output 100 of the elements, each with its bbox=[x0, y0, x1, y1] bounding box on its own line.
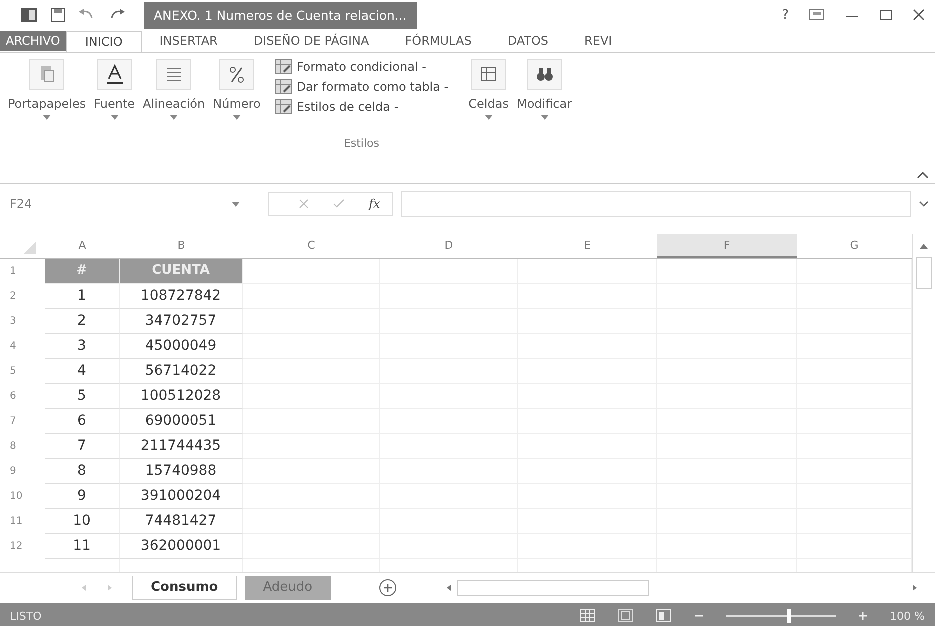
dropdown-caret-icon[interactable] bbox=[110, 115, 119, 120]
empty-cell[interactable] bbox=[243, 484, 380, 509]
empty-cell[interactable] bbox=[243, 434, 380, 459]
vertical-scrollbar[interactable] bbox=[912, 234, 935, 572]
scroll-right-icon[interactable] bbox=[911, 584, 919, 592]
dropdown-caret-icon[interactable] bbox=[170, 115, 178, 120]
ribbon-tab[interactable]: REVI bbox=[566, 31, 612, 51]
column-header[interactable]: D bbox=[380, 234, 518, 258]
ribbon-display-icon[interactable] bbox=[809, 9, 825, 21]
column-header[interactable]: E bbox=[518, 234, 657, 258]
ribbon-group-button[interactable]: Alineación bbox=[143, 97, 206, 111]
empty-cell[interactable] bbox=[797, 359, 912, 384]
row-header[interactable]: 12 bbox=[0, 534, 45, 559]
close-icon[interactable] bbox=[913, 9, 925, 21]
add-sheet-icon[interactable] bbox=[378, 579, 397, 597]
column-header[interactable]: F bbox=[657, 234, 797, 258]
empty-cell[interactable] bbox=[797, 484, 912, 509]
dropdown-caret-icon[interactable] bbox=[540, 115, 549, 120]
ribbon-group-button[interactable]: Celdas bbox=[468, 97, 509, 111]
column-header[interactable]: C bbox=[243, 234, 380, 258]
ribbon-tab[interactable]: DISEÑO DE PÁGINA bbox=[236, 31, 388, 51]
table-cell: 8 bbox=[45, 459, 120, 484]
row-header[interactable]: 8 bbox=[0, 434, 45, 459]
empty-cell[interactable] bbox=[797, 409, 912, 434]
empty-cell[interactable] bbox=[243, 534, 380, 559]
help-button[interactable]: ? bbox=[782, 8, 789, 22]
empty-cell[interactable] bbox=[797, 259, 912, 284]
name-box[interactable]: F24 bbox=[6, 194, 224, 214]
empty-cell[interactable] bbox=[518, 259, 657, 284]
sheet-tab[interactable]: Adeudo bbox=[245, 576, 331, 600]
dropdown-caret-icon[interactable] bbox=[232, 115, 241, 120]
styles-menu-button[interactable]: Dar formato como tabla - bbox=[296, 80, 449, 94]
ribbon-tab[interactable]: DATOS bbox=[490, 31, 567, 51]
row-header[interactable]: 4 bbox=[0, 334, 45, 359]
dropdown-caret-icon[interactable] bbox=[232, 202, 240, 206]
insert-function-button[interactable]: fx bbox=[369, 197, 380, 211]
expand-caret-icon[interactable] bbox=[919, 201, 929, 207]
horizontal-scrollbar[interactable] bbox=[444, 580, 919, 596]
row-header[interactable]: 3 bbox=[0, 309, 45, 334]
column-header[interactable]: B bbox=[120, 234, 243, 258]
empty-cell[interactable] bbox=[243, 284, 380, 309]
empty-cell[interactable] bbox=[243, 309, 380, 334]
column-header[interactable]: G bbox=[797, 234, 912, 258]
row-header[interactable]: 2 bbox=[0, 284, 45, 309]
styles-menu-button[interactable]: Formato condicional - bbox=[296, 60, 426, 74]
empty-cell[interactable] bbox=[243, 359, 380, 384]
next-sheet-icon[interactable] bbox=[106, 584, 114, 592]
empty-cell[interactable] bbox=[797, 459, 912, 484]
empty-cell[interactable] bbox=[797, 509, 912, 534]
dropdown-caret-icon[interactable] bbox=[43, 115, 52, 120]
scroll-left-icon[interactable] bbox=[444, 584, 453, 592]
zoom-level[interactable]: 100 % bbox=[890, 610, 925, 622]
empty-cell[interactable] bbox=[243, 459, 380, 484]
empty-cell[interactable] bbox=[243, 334, 380, 359]
dropdown-caret-icon[interactable] bbox=[484, 115, 493, 120]
formula-input[interactable] bbox=[401, 191, 911, 217]
row-header[interactable]: 7 bbox=[0, 409, 45, 434]
ribbon-tab[interactable]: INSERTAR bbox=[142, 31, 236, 51]
row-header[interactable]: 11 bbox=[0, 509, 45, 534]
ribbon-group-icon bbox=[526, 59, 563, 91]
table-cell: 362000001 bbox=[120, 534, 243, 559]
empty-cell[interactable] bbox=[797, 384, 912, 409]
page-layout-icon[interactable] bbox=[618, 609, 634, 623]
normal-view-icon[interactable] bbox=[580, 609, 596, 623]
row-header[interactable]: 9 bbox=[0, 459, 45, 484]
ribbon-group-button[interactable]: Fuente bbox=[94, 97, 136, 111]
empty-cell[interactable] bbox=[243, 509, 380, 534]
check-icon[interactable] bbox=[333, 199, 345, 209]
styles-menu-button[interactable]: Estilos de celda - bbox=[296, 100, 399, 114]
row-header[interactable]: 5 bbox=[0, 359, 45, 384]
ribbon-tab[interactable]: INICIO bbox=[66, 30, 142, 52]
scroll-up-icon[interactable] bbox=[920, 244, 928, 249]
collapse-ribbon-icon[interactable] bbox=[917, 171, 929, 179]
zoom-in-icon[interactable] bbox=[858, 611, 868, 621]
row-header[interactable]: 1 bbox=[0, 259, 45, 284]
column-header[interactable]: A bbox=[45, 234, 120, 258]
cancel-icon[interactable] bbox=[299, 199, 309, 209]
empty-cell[interactable] bbox=[657, 259, 797, 284]
empty-cell[interactable] bbox=[243, 409, 380, 434]
ribbon-tab[interactable]: ARCHIVO bbox=[0, 31, 66, 51]
scrollbar-thumb[interactable] bbox=[916, 257, 932, 289]
zoom-slider-thumb[interactable] bbox=[786, 609, 791, 623]
maximize-icon[interactable] bbox=[879, 9, 893, 21]
sheet-tab[interactable]: Consumo bbox=[132, 576, 238, 600]
row-header[interactable]: 10 bbox=[0, 484, 45, 509]
ribbon-group-button[interactable]: Modificar bbox=[516, 97, 572, 111]
empty-cell[interactable] bbox=[797, 434, 912, 459]
empty-cell[interactable] bbox=[797, 534, 912, 559]
ribbon-group-button[interactable]: Portapapeles bbox=[8, 97, 86, 111]
previous-sheet-icon[interactable] bbox=[80, 584, 88, 592]
row-header[interactable]: 6 bbox=[0, 384, 45, 409]
empty-cell[interactable] bbox=[797, 309, 912, 334]
empty-cell[interactable] bbox=[380, 259, 518, 284]
empty-cell[interactable] bbox=[243, 384, 380, 409]
ribbon-tab[interactable]: FÓRMULAS bbox=[387, 31, 490, 51]
ribbon-group-button[interactable]: Número bbox=[213, 97, 261, 111]
save-icon[interactable] bbox=[50, 7, 66, 23]
empty-cell[interactable] bbox=[797, 284, 912, 309]
empty-cell[interactable] bbox=[797, 334, 912, 359]
page-break-icon[interactable] bbox=[656, 609, 672, 623]
